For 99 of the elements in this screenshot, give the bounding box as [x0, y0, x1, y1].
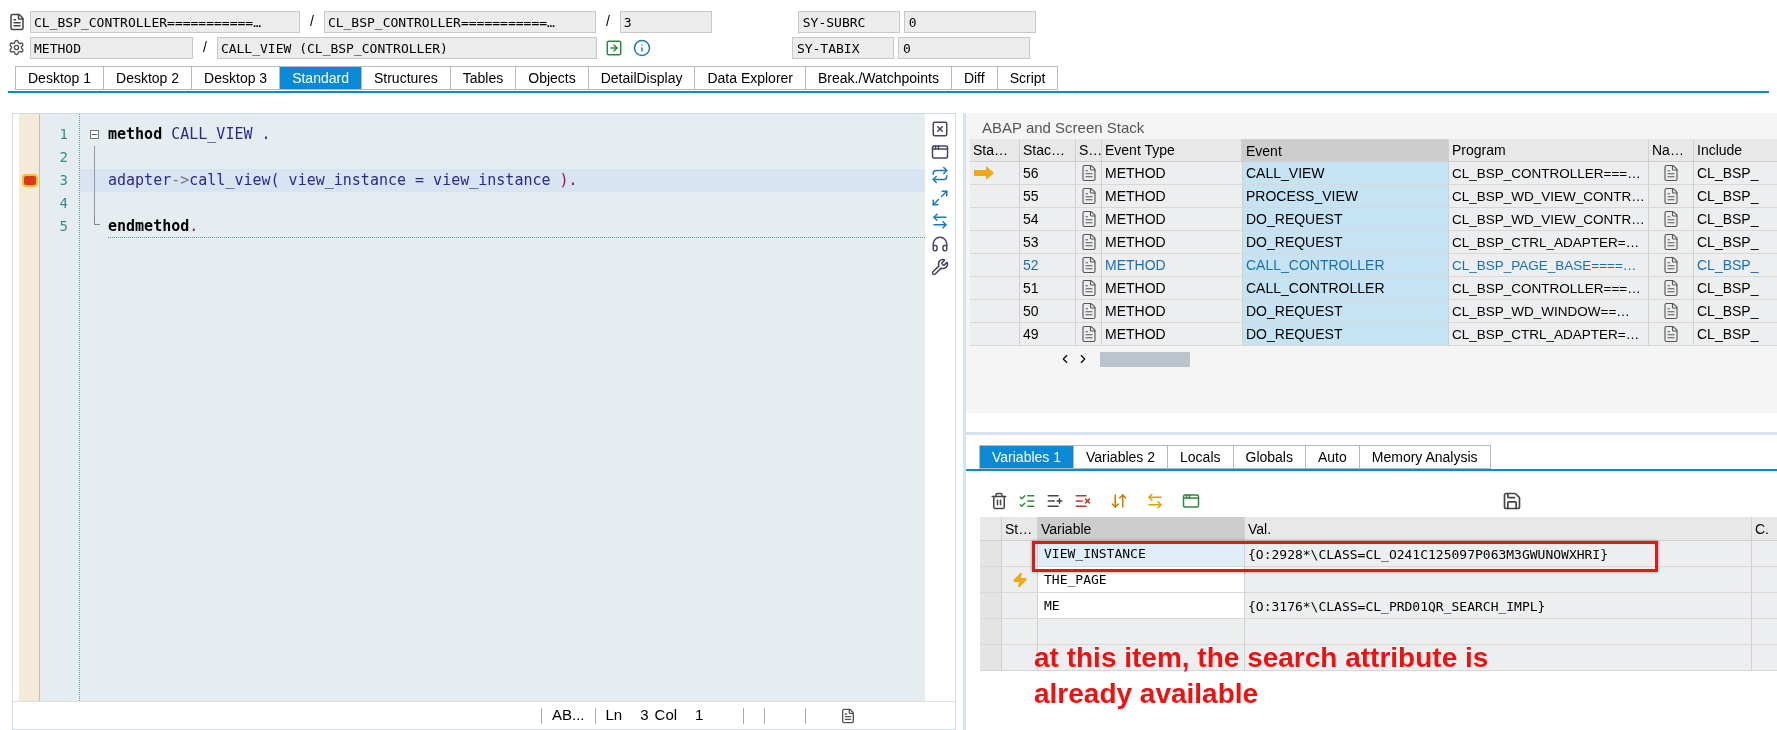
line-number: 4: [58, 194, 68, 213]
tab[interactable]: Diff: [950, 66, 998, 90]
table-cell-text: METHOD: [1104, 325, 1167, 344]
column-header[interactable]: S…: [1076, 139, 1102, 161]
table-cell: CALL_CONTROLLER: [1242, 277, 1449, 299]
tab[interactable]: Tables: [449, 66, 517, 90]
table-cell: CL_BSP_PAGE_BASE====…: [1449, 254, 1649, 276]
readonly-field: CALL_VIEW (CL_BSP_CONTROLLER): [216, 36, 597, 59]
table-cell: 53: [1020, 231, 1076, 253]
tab[interactable]: Variables 1: [979, 445, 1074, 469]
status-text: Ln: [604, 705, 623, 726]
tab[interactable]: Globals: [1232, 445, 1306, 469]
table-cell: PROCESS_VIEW: [1242, 185, 1449, 207]
tab[interactable]: Desktop 2: [103, 66, 193, 90]
panel-title: ABAP and Screen Stack: [981, 118, 1146, 138]
variable-cell[interactable]: ME: [1038, 593, 1245, 618]
table-cell: 54: [1020, 208, 1076, 230]
table-cell-text: METHOD: [1104, 164, 1167, 183]
table-cell-text: CL_BSP_: [1696, 256, 1760, 275]
column-header[interactable]: Event: [1242, 139, 1449, 161]
table-cell: CL_BSP_CTRL_ADAPTER=…: [1449, 231, 1649, 253]
table-cell: DO_REQUEST: [1242, 323, 1449, 345]
tab[interactable]: Desktop 3: [191, 66, 281, 90]
table-cell-text: METHOD: [1104, 279, 1167, 298]
tab[interactable]: Auto: [1304, 445, 1360, 469]
readonly-field: METHOD: [30, 36, 193, 59]
table-cell: 55: [1020, 185, 1076, 207]
column-header[interactable]: Stac…: [1020, 139, 1076, 161]
value-text: {O:2928*\CLASS=CL_O241C125097P063M3GWUNOWXHRI}: [1248, 547, 1609, 562]
table-cell-text: METHOD: [1104, 210, 1167, 229]
table-cell-text: METHOD: [1104, 256, 1167, 275]
status-text: 3: [639, 705, 649, 726]
tab[interactable]: Structures: [360, 66, 451, 90]
code-line: method CALL_VIEW .: [108, 124, 272, 145]
table-cell: CL_BSP_CTRL_ADAPTER=…: [1449, 323, 1649, 345]
tab[interactable]: Objects: [515, 66, 589, 90]
separator-text: /: [202, 38, 208, 57]
column-header[interactable]: Program: [1449, 139, 1649, 161]
table-cell: 49: [1020, 323, 1076, 345]
table-cell-text: CL_BSP_: [1696, 325, 1760, 344]
column-header[interactable]: Na…: [1649, 139, 1694, 161]
system-field-label: SY-SUBRC: [797, 10, 900, 33]
separator-text: /: [309, 12, 315, 31]
table-cell: CL_BSP_WD_VIEW_CONTR…: [1449, 208, 1649, 230]
column-header[interactable]: Variable: [1038, 517, 1245, 540]
table-cell-text: CL_BSP_: [1696, 210, 1760, 229]
code-line: adapter->call_view( view_instance = view_instance ).: [108, 170, 579, 191]
tab[interactable]: Break./Watchpoints: [805, 66, 952, 90]
table-cell: CL_BSP_WD_WINDOW==…: [1449, 300, 1649, 322]
tab[interactable]: Memory Analysis: [1358, 445, 1491, 469]
status-text: Col: [653, 705, 678, 726]
tab[interactable]: Script: [996, 66, 1059, 90]
tab[interactable]: Desktop 1: [15, 66, 105, 90]
table-cell: 51: [1020, 277, 1076, 299]
system-field-value: 0: [897, 36, 1030, 59]
table-cell: CL_BSP_CONTROLLER===…: [1449, 277, 1649, 299]
line-number: 1: [58, 125, 68, 144]
line-number: 5: [58, 217, 68, 236]
table-cell-text: METHOD: [1104, 302, 1167, 321]
separator-text: /: [604, 12, 611, 31]
annotation-text: at this item, the search attribute is already available: [1034, 641, 1490, 711]
code-line: endmethod.: [108, 215, 925, 238]
value-text: {O:3176*\CLASS=CL_PRD01QR_SEARCH_IMPL}: [1248, 599, 1546, 614]
table-cell-text: CL_BSP_: [1696, 164, 1760, 183]
table-cell: 50: [1020, 300, 1076, 322]
line-number: 2: [58, 148, 68, 167]
editor-area[interactable]: 1 method CALL_VIEW . 2 3 adapter->call_view( view_instance = view_instance ). 4 5 endmethod.: [19, 114, 925, 701]
system-field-value: 0: [903, 10, 1036, 33]
column-header[interactable]: Include: [1694, 139, 1777, 161]
table-cell: CALL_CONTROLLER: [1242, 254, 1449, 276]
tab[interactable]: Data Explorer: [694, 66, 806, 90]
status-text: AB...: [551, 705, 586, 726]
tab[interactable]: Standard: [279, 66, 362, 90]
table-cell: DO_REQUEST: [1242, 300, 1449, 322]
line-number: 3: [58, 171, 68, 190]
table-cell: 56: [1020, 162, 1076, 184]
table-cell: 52: [1020, 254, 1076, 276]
tab[interactable]: Locals: [1167, 445, 1234, 469]
table-cell: CL_BSP_WD_VIEW_CONTR…: [1449, 185, 1649, 207]
table-cell-text: METHOD: [1104, 187, 1167, 206]
table-cell-text: METHOD: [1104, 233, 1167, 252]
table-cell: DO_REQUEST: [1242, 208, 1449, 230]
table-cell-text: CL_BSP_: [1696, 187, 1760, 206]
table-cell: CL_BSP_CONTROLLER===…: [1449, 162, 1649, 184]
tab[interactable]: DetailDisplay: [587, 66, 696, 90]
system-field-label: SY-TABIX: [791, 36, 894, 59]
table-cell-text: CL_BSP_: [1696, 279, 1760, 298]
column-header[interactable]: C.: [1752, 517, 1777, 540]
column-header[interactable]: Val.: [1245, 517, 1752, 540]
table-cell-text: CL_BSP_: [1696, 233, 1760, 252]
readonly-field: 3: [619, 10, 712, 33]
table-cell-text: CL_BSP_: [1696, 302, 1760, 321]
table-cell: DO_REQUEST: [1242, 231, 1449, 253]
column-header[interactable]: Sta…: [970, 139, 1020, 161]
tab[interactable]: Variables 2: [1073, 445, 1169, 469]
table-cell: CALL_VIEW: [1242, 162, 1449, 184]
status-text: 1: [694, 705, 704, 726]
readonly-field: CL_BSP_CONTROLLER===========…: [30, 10, 300, 33]
readonly-field: CL_BSP_CONTROLLER===========…: [323, 10, 596, 33]
